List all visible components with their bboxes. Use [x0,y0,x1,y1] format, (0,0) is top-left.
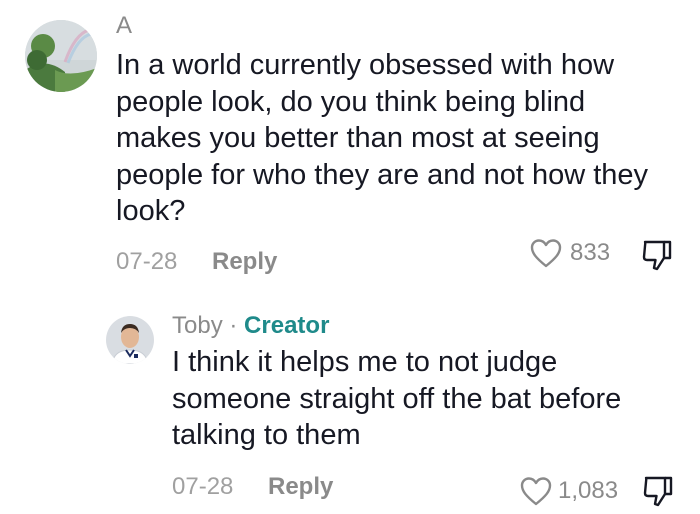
comment: A In a world currently obsessed with how… [0,0,700,290]
reply-button[interactable]: Reply [212,248,277,276]
comment-author[interactable]: A [116,12,132,40]
avatar[interactable] [106,316,154,364]
dislike-button[interactable] [641,474,675,508]
avatar-image [25,20,97,92]
heart-outline-icon [530,238,562,268]
comment-text: I think it helps me to not judge someone… [172,346,622,451]
like-button[interactable]: 833 [530,238,610,268]
comment-text: In a world currently obsessed with how p… [116,49,649,227]
heart-outline-icon [520,476,552,506]
comment-author[interactable]: Toby [172,312,223,339]
creator-badge: Creator [244,312,330,339]
thumbs-down-outline-icon [641,474,675,508]
author-separator: · [229,312,238,339]
like-count: 833 [570,239,611,266]
avatar[interactable] [25,20,97,92]
like-count: 1,083 [558,477,619,504]
comment-author-line: Toby · Creator [172,312,329,340]
comment-date: 07-28 [172,473,234,500]
thumbs-down-outline-icon [640,238,674,272]
reply-button[interactable]: Reply [268,473,333,501]
avatar-image [106,316,154,364]
comment-date: 07-28 [116,248,178,275]
comment-reply: Toby · Creator I think it helps me to no… [0,290,700,514]
dislike-button[interactable] [640,238,674,272]
like-button[interactable]: 1,083 [520,476,618,506]
